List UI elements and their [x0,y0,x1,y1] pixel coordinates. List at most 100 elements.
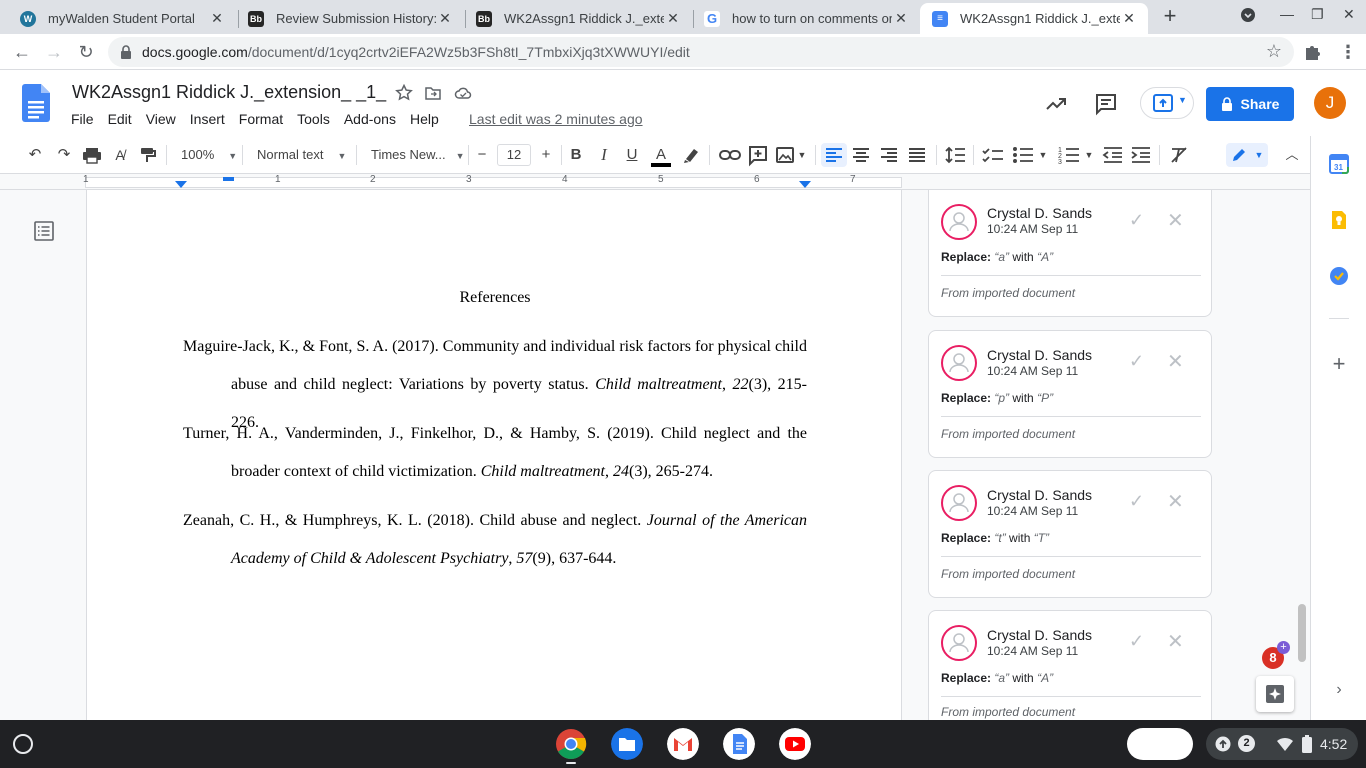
gmail-icon[interactable] [667,728,699,760]
menu-edit[interactable]: Edit [101,108,139,130]
decrease-font-size-icon[interactable]: − [472,143,492,167]
close-window-icon[interactable]: ✕ [1343,6,1355,23]
account-avatar[interactable]: J [1314,87,1346,119]
menu-add-ons[interactable]: Add-ons [337,108,403,130]
reload-icon[interactable]: ↻ [74,40,98,64]
align-right-icon[interactable] [879,143,899,167]
docs-logo-icon[interactable] [22,84,50,122]
print-icon[interactable] [81,143,103,167]
omnibox[interactable]: docs.google.com/document/d/1cyq2crtv2iEF… [108,37,1294,67]
chrome-icon[interactable] [555,728,587,760]
left-indent-marker-icon[interactable] [175,181,187,189]
comment-card-1[interactable]: Crystal D. Sands 10:24 AM Sep 11 ✓ ✕ Rep… [928,190,1212,317]
increase-font-size-icon[interactable]: + [536,143,556,167]
zoom-select[interactable]: 100% ▼ [181,144,237,166]
tasks-icon[interactable] [1329,266,1349,286]
comment-card-3[interactable]: Crystal D. Sands 10:24 AM Sep 11 ✓ ✕ Rep… [928,470,1212,598]
comment-card-4[interactable]: Crystal D. Sands 10:24 AM Sep 11 ✓ ✕ Rep… [928,610,1212,720]
insert-link-icon[interactable] [718,143,742,167]
vertical-scrollbar-thumb[interactable] [1298,604,1306,662]
menu-insert[interactable]: Insert [183,108,232,130]
numbered-list-icon[interactable]: 123 [1058,143,1080,167]
highlight-pen-icon[interactable] [680,143,702,167]
close-tab-icon[interactable]: ✕ [892,10,910,27]
move-folder-icon[interactable] [424,84,442,102]
youtube-icon[interactable] [779,728,811,760]
align-center-icon[interactable] [851,143,871,167]
browser-tab-1[interactable]: W myWalden Student Portal ✕ [8,3,236,34]
editing-mode-button[interactable]: ▼ [1226,143,1268,167]
increase-indent-icon[interactable] [1130,143,1152,167]
close-tab-icon[interactable]: ✕ [208,10,226,27]
right-indent-marker-icon[interactable] [799,181,811,189]
share-button[interactable]: Share [1206,87,1294,121]
last-edit-link[interactable]: Last edit was 2 minutes ago [469,111,643,127]
menu-format[interactable]: Format [232,108,290,130]
browser-tab-4[interactable]: G how to turn on comments on ✕ [692,3,920,34]
add-comment-icon[interactable] [747,143,769,167]
close-tab-icon[interactable]: ✕ [1120,10,1138,27]
extensions-puzzle-icon[interactable] [1302,42,1322,62]
reject-suggestion-close-icon[interactable]: ✕ [1167,489,1184,514]
browser-tab-2[interactable]: Bb Review Submission History: A ✕ [236,3,464,34]
menu-help[interactable]: Help [403,108,446,130]
browser-tab-3[interactable]: Bb WK2Assgn1 Riddick J._extens ✕ [464,3,692,34]
italic-button[interactable]: I [594,143,614,167]
first-line-indent-marker[interactable] [223,177,234,181]
status-tray[interactable]: 2 4:52 [1206,728,1358,760]
clear-formatting-icon[interactable] [1168,143,1190,167]
accept-suggestion-check-icon[interactable]: ✓ [1129,631,1144,652]
calendar-icon[interactable]: 31 [1329,154,1349,174]
redo-icon[interactable]: ↷ [53,143,75,167]
undo-icon[interactable]: ↶ [24,143,46,167]
underline-button[interactable]: U [622,143,642,167]
docs-app-icon[interactable] [723,728,755,760]
activity-trend-icon[interactable] [1044,92,1068,116]
cloud-status-icon[interactable] [454,84,472,102]
reject-suggestion-close-icon[interactable]: ✕ [1167,208,1184,233]
decrease-indent-icon[interactable] [1102,143,1124,167]
holding-space-thumbnail[interactable] [1127,728,1193,760]
bulleted-list-icon[interactable] [1012,143,1034,167]
accept-suggestion-check-icon[interactable]: ✓ [1129,491,1144,512]
insert-image-icon[interactable] [775,143,795,167]
document-page[interactable]: References Maguire-Jack, K., & Font, S. … [86,190,902,730]
collapse-toolbar-chevron-icon[interactable]: ︿ [1282,143,1302,167]
reject-suggestion-close-icon[interactable]: ✕ [1167,629,1184,654]
back-arrow-icon[interactable]: ← [10,40,34,64]
font-size-input[interactable]: 12 [497,144,531,166]
tab-search-icon[interactable] [1240,7,1256,26]
close-tab-icon[interactable]: ✕ [664,10,682,27]
present-meeting-button[interactable]: ▼ [1140,87,1194,119]
align-justify-icon[interactable] [907,143,927,167]
document-title[interactable]: WK2Assgn1 Riddick J._extension_ _1_ [72,82,386,103]
star-icon[interactable] [395,84,413,102]
forward-arrow-icon[interactable]: → [42,40,66,64]
comment-card-2[interactable]: Crystal D. Sands 10:24 AM Sep 11 ✓ ✕ Rep… [928,330,1212,458]
close-tab-icon[interactable]: ✕ [436,10,454,27]
reject-suggestion-close-icon[interactable]: ✕ [1167,349,1184,374]
menu-view[interactable]: View [139,108,183,130]
accept-suggestion-check-icon[interactable]: ✓ [1129,351,1144,372]
browser-menu-icon[interactable]: ⋮ [1338,42,1358,62]
paint-format-icon[interactable] [137,143,159,167]
menu-file[interactable]: File [64,108,101,130]
document-outline-icon[interactable] [33,220,55,242]
accept-suggestion-check-icon[interactable]: ✓ [1129,210,1144,231]
explore-button[interactable] [1256,676,1294,712]
restore-icon[interactable]: ❐ [1311,6,1324,23]
browser-tab-5-active[interactable]: ≡ WK2Assgn1 Riddick J._extens ✕ [920,3,1148,34]
paragraph-style-select[interactable]: Normal text ▼ [257,144,346,166]
expand-panel-chevron-icon[interactable]: › [1329,680,1349,700]
caret-down-icon[interactable]: ▼ [796,143,808,167]
bookmark-star-icon[interactable]: ☆ [1266,41,1282,62]
bold-button[interactable]: B [566,143,586,167]
launcher-icon[interactable] [13,734,33,754]
checklist-icon[interactable] [982,143,1004,167]
caret-down-icon[interactable]: ▼ [1037,143,1049,167]
minimize-icon[interactable]: — [1280,6,1294,22]
spellcheck-icon[interactable]: A̸ [109,143,131,167]
text-color-button[interactable]: A [650,143,672,167]
files-icon[interactable] [611,728,643,760]
align-left-button[interactable] [821,143,847,167]
